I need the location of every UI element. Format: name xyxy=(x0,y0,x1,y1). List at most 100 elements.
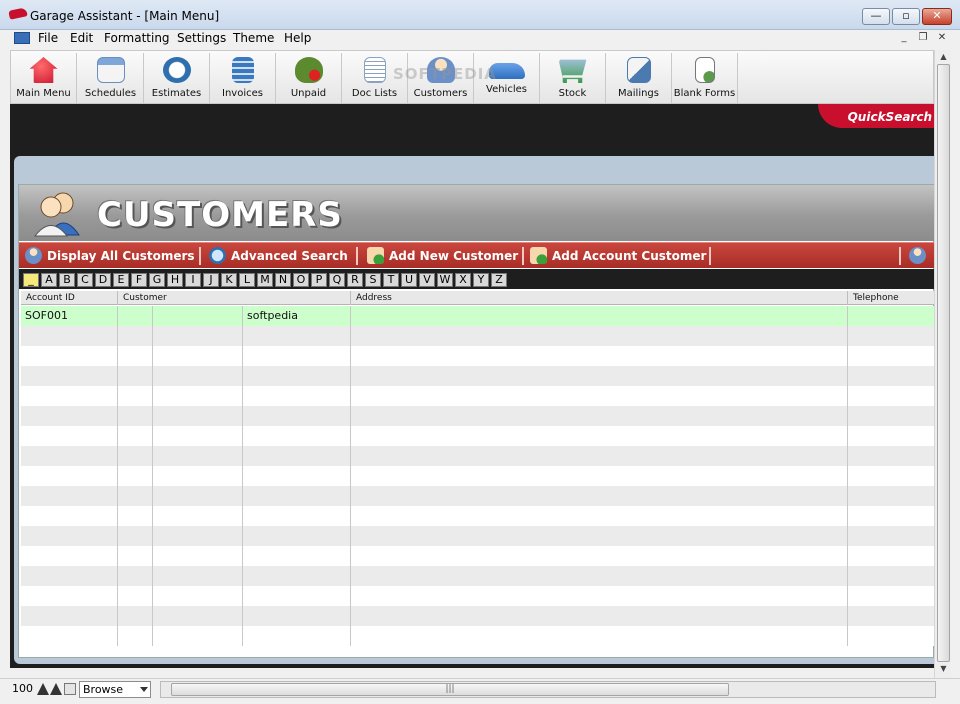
cell-telephone xyxy=(848,566,935,586)
letter-filter-g[interactable]: G xyxy=(149,273,165,287)
toolbar-stock-button[interactable]: Stock xyxy=(540,53,606,103)
cell-telephone xyxy=(848,366,935,386)
cell-account-id xyxy=(21,326,118,346)
table-row[interactable] xyxy=(21,626,935,646)
cell-customer-name xyxy=(243,446,351,466)
cell-account-id: SOF001 xyxy=(21,306,118,326)
toolbar-schedules-button[interactable]: Schedules xyxy=(78,53,144,103)
cell-address xyxy=(351,366,848,386)
letter-filter-c[interactable]: C xyxy=(77,273,93,287)
table-row[interactable] xyxy=(21,506,935,526)
menu-file[interactable]: File xyxy=(38,31,58,45)
maximize-button[interactable]: ▫ xyxy=(892,8,920,25)
menu-theme[interactable]: Theme xyxy=(233,31,274,45)
letter-filter-b[interactable]: B xyxy=(59,273,75,287)
column-address[interactable]: Address xyxy=(351,291,848,305)
toolbar-label: Stock xyxy=(558,88,587,99)
cell-address xyxy=(351,586,848,606)
table-row[interactable] xyxy=(21,366,935,386)
cell-telephone xyxy=(848,346,935,366)
table-row[interactable] xyxy=(21,386,935,406)
child-close-button[interactable]: ✕ xyxy=(934,31,950,46)
column-customer[interactable]: Customer xyxy=(118,291,351,305)
toolbar-estimates-button[interactable]: Estimates xyxy=(144,53,210,103)
letter-filter-l[interactable]: L xyxy=(239,273,255,287)
display-all-customers-button[interactable]: Display All Customers xyxy=(25,243,195,269)
letter-filter-i[interactable]: I xyxy=(185,273,201,287)
nav-up-icon[interactable] xyxy=(50,683,62,695)
letter-filter-u[interactable]: U xyxy=(401,273,417,287)
letter-filter-a[interactable]: A xyxy=(41,273,57,287)
scroll-down-arrow[interactable]: ▼ xyxy=(935,664,952,676)
scroll-thumb[interactable]: ||| xyxy=(171,683,729,696)
table-row[interactable] xyxy=(21,426,935,446)
child-minimize-button[interactable]: _ xyxy=(896,31,912,46)
table-row[interactable] xyxy=(21,586,935,606)
letter-filter-s[interactable]: S xyxy=(365,273,381,287)
nav-up-icon[interactable] xyxy=(37,683,49,695)
letter-filter-q[interactable]: Q xyxy=(329,273,345,287)
letter-filter-w[interactable]: W xyxy=(437,273,453,287)
menu-formatting[interactable]: Formatting xyxy=(104,31,170,45)
toolbar-main-menu-button[interactable]: Main Menu xyxy=(11,53,77,103)
letter-filter-p[interactable]: P xyxy=(311,273,327,287)
horizontal-scrollbar[interactable]: ||| xyxy=(160,681,936,698)
close-button[interactable]: ✕ xyxy=(922,8,952,25)
letter-filter-x[interactable]: X xyxy=(455,273,471,287)
table-row[interactable] xyxy=(21,606,935,626)
letter-filter-e[interactable]: E xyxy=(113,273,129,287)
menu-help[interactable]: Help xyxy=(284,31,311,45)
document-window-icon[interactable] xyxy=(14,32,30,44)
column-account-id[interactable]: Account ID xyxy=(21,291,118,305)
letter-filter-f[interactable]: F xyxy=(131,273,147,287)
cell-telephone xyxy=(848,326,935,346)
cell-address xyxy=(351,426,848,446)
mode-select[interactable]: Browse xyxy=(79,681,151,698)
menu-edit[interactable]: Edit xyxy=(70,31,93,45)
cell-account-id xyxy=(21,566,118,586)
table-row[interactable] xyxy=(21,326,935,346)
table-row[interactable]: SOF001 softpedia xyxy=(21,306,935,326)
table-row[interactable] xyxy=(21,346,935,366)
quicksearch-button[interactable]: QuickSearch xyxy=(818,104,934,128)
menu-settings[interactable]: Settings xyxy=(177,31,226,45)
letter-filter-v[interactable]: V xyxy=(419,273,435,287)
cell-telephone xyxy=(848,306,935,326)
table-row[interactable] xyxy=(21,486,935,506)
letter-filter-k[interactable]: K xyxy=(221,273,237,287)
vertical-scrollbar[interactable]: ▲ ▼ xyxy=(934,50,951,678)
column-telephone[interactable]: Telephone xyxy=(848,291,935,305)
customer-options-button[interactable] xyxy=(909,243,931,269)
scroll-thumb[interactable] xyxy=(937,64,950,662)
letter-filter-o[interactable]: O xyxy=(293,273,309,287)
toolbar-unpaid-button[interactable]: Unpaid xyxy=(276,53,342,103)
toolbar-mailings-button[interactable]: Mailings xyxy=(606,53,672,103)
letter-filter-t[interactable]: T xyxy=(383,273,399,287)
scroll-up-arrow[interactable]: ▲ xyxy=(935,52,952,64)
minimize-button[interactable]: — xyxy=(862,8,890,25)
table-row[interactable] xyxy=(21,566,935,586)
add-account-customer-button[interactable]: Add Account Customer xyxy=(530,243,706,269)
toolbar-blank-forms-button[interactable]: Blank Forms xyxy=(672,53,738,103)
letter-filter-j[interactable]: J xyxy=(203,273,219,287)
cell-customer-b xyxy=(153,506,243,526)
letter-filter-m[interactable]: M xyxy=(257,273,273,287)
form-view-icon[interactable] xyxy=(64,683,76,695)
letter-filter-n[interactable]: N xyxy=(275,273,291,287)
toolbar-invoices-button[interactable]: Invoices xyxy=(210,53,276,103)
table-row[interactable] xyxy=(21,546,935,566)
letter-filter-r[interactable]: R xyxy=(347,273,363,287)
table-row[interactable] xyxy=(21,466,935,486)
letter-filter-y[interactable]: Y xyxy=(473,273,489,287)
table-row[interactable] xyxy=(21,526,935,546)
letter-filter-h[interactable]: H xyxy=(167,273,183,287)
cell-address xyxy=(351,446,848,466)
advanced-search-button[interactable]: Advanced Search xyxy=(209,243,348,269)
table-row[interactable] xyxy=(21,406,935,426)
letter-filter-all[interactable]: _ xyxy=(23,273,39,287)
child-restore-button[interactable]: ❐ xyxy=(915,31,931,46)
table-row[interactable] xyxy=(21,446,935,466)
add-new-customer-button[interactable]: Add New Customer xyxy=(367,243,518,269)
letter-filter-z[interactable]: Z xyxy=(491,273,507,287)
letter-filter-d[interactable]: D xyxy=(95,273,111,287)
